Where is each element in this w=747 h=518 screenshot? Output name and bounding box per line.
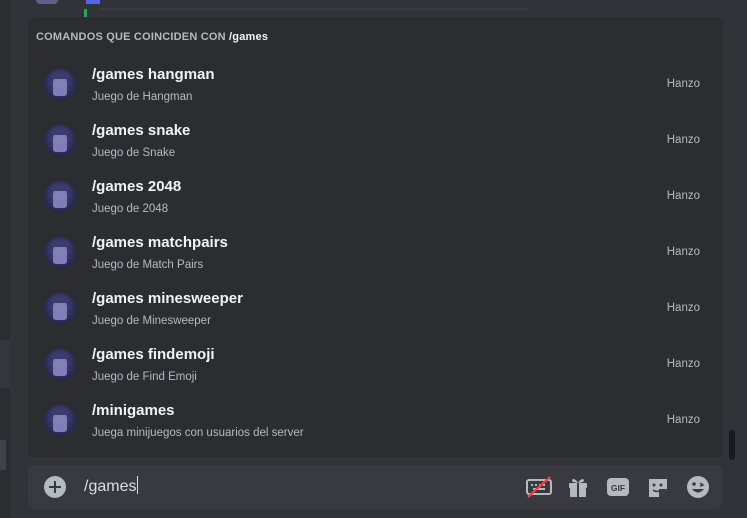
autocomplete-header-query: /games bbox=[229, 31, 269, 43]
command-item-minigames[interactable]: /minigames Juega minijuegos con usuarios… bbox=[28, 397, 723, 453]
command-description: Juego de Minesweeper bbox=[92, 315, 211, 327]
command-item-snake[interactable]: /games snake Juego de Snake Hanzo bbox=[28, 117, 723, 173]
command-name: /games 2048 bbox=[92, 178, 182, 195]
bot-avatar bbox=[44, 125, 76, 157]
keyboard-off-icon[interactable] bbox=[526, 475, 552, 499]
command-source: Hanzo bbox=[666, 190, 700, 202]
command-name: /minigames bbox=[92, 402, 175, 419]
bot-avatar bbox=[44, 349, 76, 381]
command-source: Hanzo bbox=[666, 78, 700, 90]
gif-label: GIF bbox=[611, 483, 625, 493]
message-input-value: /games bbox=[84, 478, 137, 495]
command-description: Juego de Hangman bbox=[92, 91, 193, 103]
channel-sidebar-edge bbox=[0, 0, 10, 518]
command-source: Hanzo bbox=[666, 358, 700, 370]
command-description: Juega minijuegos con usuarios del server bbox=[92, 427, 304, 439]
command-source: Hanzo bbox=[666, 302, 700, 314]
bot-avatar bbox=[44, 405, 76, 437]
sticker-icon[interactable] bbox=[645, 475, 671, 499]
command-name: /games minesweeper bbox=[92, 290, 243, 307]
command-description: Juego de Find Emoji bbox=[92, 371, 197, 383]
message-divider bbox=[100, 8, 528, 10]
command-name: /games hangman bbox=[92, 66, 215, 83]
message-input[interactable]: /games bbox=[84, 476, 139, 496]
command-name: /games matchpairs bbox=[92, 234, 228, 251]
command-list: /games hangman Juego de Hangman Hanzo /g… bbox=[28, 61, 723, 453]
autocomplete-header-label: COMANDOS QUE COINCIDEN CON bbox=[36, 31, 230, 43]
add-icon[interactable] bbox=[44, 476, 66, 498]
message-composer: /games GIF bbox=[28, 465, 723, 509]
command-item-matchpairs[interactable]: /games matchpairs Juego de Match Pairs H… bbox=[28, 229, 723, 285]
command-description: Juego de 2048 bbox=[92, 203, 169, 215]
sidebar-item[interactable] bbox=[0, 340, 10, 388]
command-item-hangman[interactable]: /games hangman Juego de Hangman Hanzo bbox=[28, 61, 723, 117]
sidebar-item[interactable] bbox=[0, 440, 6, 470]
command-description: Juego de Match Pairs bbox=[92, 259, 204, 271]
bot-avatar bbox=[44, 237, 76, 269]
emoji-icon[interactable] bbox=[685, 475, 711, 499]
command-source: Hanzo bbox=[666, 246, 700, 258]
command-description: Juego de Snake bbox=[92, 147, 176, 159]
bot-avatar bbox=[44, 181, 76, 213]
command-item-2048[interactable]: /games 2048 Juego de 2048 Hanzo bbox=[28, 173, 723, 229]
bot-avatar bbox=[44, 293, 76, 325]
command-item-findemoji[interactable]: /games findemoji Juego de Find Emoji Han… bbox=[28, 341, 723, 397]
command-name: /games snake bbox=[92, 122, 191, 139]
text-caret bbox=[137, 476, 139, 494]
avatar bbox=[36, 0, 58, 4]
command-source: Hanzo bbox=[666, 134, 700, 146]
attachment-preview bbox=[86, 0, 100, 4]
gift-icon[interactable] bbox=[565, 475, 591, 499]
autocomplete-header: COMANDOS QUE COINCIDEN CON /games bbox=[36, 31, 268, 43]
command-item-minesweeper[interactable]: /games minesweeper Juego de Minesweeper … bbox=[28, 285, 723, 341]
scrollbar-thumb[interactable] bbox=[729, 430, 735, 460]
command-autocomplete-popup: COMANDOS QUE COINCIDEN CON /games /games… bbox=[28, 17, 723, 457]
command-source: Hanzo bbox=[666, 414, 700, 426]
status-indicator bbox=[84, 9, 87, 17]
bot-avatar bbox=[44, 69, 76, 101]
gif-icon[interactable]: GIF bbox=[605, 475, 631, 499]
command-name: /games findemoji bbox=[92, 346, 215, 363]
